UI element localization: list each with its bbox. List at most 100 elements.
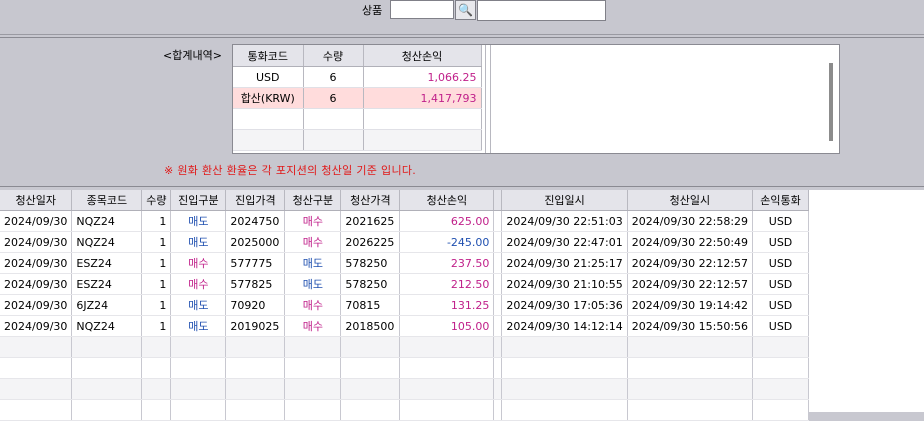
column-splitter [493, 231, 503, 253]
trade-qty: 1 [141, 252, 172, 274]
entry-price: 70920 [225, 294, 286, 316]
summary-pnl: 1,417,793 [363, 87, 482, 109]
empty-row [0, 336, 810, 358]
table-row[interactable]: 2024/09/30 NQZ24 1 매도 2019025 매수 2018500 105.00… [0, 315, 810, 337]
entry-time: 2024/09/30 21:25:17 [501, 252, 628, 274]
trade-qty: 1 [141, 315, 172, 337]
column-splitter [493, 315, 503, 337]
entry-side: 매수 [170, 273, 227, 295]
entry-time: 2024/09/30 17:05:36 [501, 294, 628, 316]
trade-date: 2024/09/30 [0, 252, 73, 274]
symbol-code: 6JZ24 [71, 294, 143, 316]
exit-time: 2024/09/30 22:50:49 [627, 231, 754, 253]
pnl-currency: USD [752, 252, 810, 274]
header-exit-price[interactable]: 청산가격 [340, 190, 401, 211]
summary-currency: 합산(KRW) [233, 87, 304, 109]
header-pnl[interactable]: 청산손익 [399, 190, 495, 211]
table-row[interactable]: 2024/09/30 NQZ24 1 매도 2025000 매수 2026225 -245.0… [0, 231, 810, 253]
header-entry-price[interactable]: 진입가격 [225, 190, 286, 211]
symbol-code: ESZ24 [71, 273, 143, 295]
summary-row-total[interactable]: 합산(KRW) 6 1,417,793 [233, 87, 482, 109]
summary-header-currency[interactable]: 통화코드 [233, 45, 304, 67]
detail-grid[interactable]: 청산일자 종목코드 수량 진입구분 진입가격 청산구분 청산가격 청산손익 진입… [0, 190, 924, 421]
realized-pnl: -245.00 [399, 231, 495, 253]
exit-time: 2024/09/30 19:14:42 [627, 294, 754, 316]
table-row[interactable]: 2024/09/30 6JZ24 1 매도 70920 매수 70815 131.25 2024… [0, 294, 810, 316]
entry-price: 577825 [225, 273, 286, 295]
realized-pnl: 212.50 [399, 273, 495, 295]
summary-header-qty[interactable]: 수량 [303, 45, 364, 67]
header-exit-time[interactable]: 청산일시 [627, 190, 754, 211]
empty-row [0, 399, 810, 421]
header-exit-side[interactable]: 청산구분 [284, 190, 342, 211]
summary-row[interactable]: USD 6 1,066.25 [233, 66, 482, 88]
header-entry-time[interactable]: 진입일시 [501, 190, 628, 211]
symbol-code: NQZ24 [71, 231, 143, 253]
summary-pnl: 1,066.25 [363, 66, 482, 88]
pnl-currency: USD [752, 210, 810, 232]
exit-side: 매수 [284, 294, 342, 316]
realized-pnl: 237.50 [399, 252, 495, 274]
product-code-input[interactable] [390, 0, 454, 19]
header-entry-side[interactable]: 진입구분 [170, 190, 227, 211]
summary-qty: 6 [303, 66, 364, 88]
column-splitter [493, 210, 503, 232]
trade-date: 2024/09/30 [0, 273, 73, 295]
entry-side: 매도 [170, 210, 227, 232]
column-splitter [493, 273, 503, 295]
empty-row [0, 357, 810, 379]
header-pnl-currency[interactable]: 손익통화 [752, 190, 810, 211]
entry-time: 2024/09/30 22:51:03 [501, 210, 628, 232]
exit-price: 2026225 [340, 231, 401, 253]
exit-side: 매도 [284, 273, 342, 295]
entry-time: 2024/09/30 21:10:55 [501, 273, 628, 295]
summary-label: <합계내역> [163, 49, 222, 62]
entry-side: 매도 [170, 231, 227, 253]
summary-currency: USD [233, 66, 304, 88]
table-row[interactable]: 2024/09/30 ESZ24 1 매수 577775 매도 578250 237.50 20… [0, 252, 810, 274]
summary-table: 통화코드 수량 청산손익 USD 6 1,066.25 합산(KRW) 6 1,… [233, 45, 482, 151]
realized-pnl: 625.00 [399, 210, 495, 232]
summary-grid[interactable]: 통화코드 수량 청산손익 USD 6 1,066.25 합산(KRW) 6 1,… [232, 44, 840, 154]
product-search-bar: 상품 🔍 [0, 0, 924, 35]
entry-time: 2024/09/30 22:47:01 [501, 231, 628, 253]
column-splitter[interactable] [485, 45, 491, 153]
trade-qty: 1 [141, 294, 172, 316]
column-splitter[interactable] [493, 190, 503, 211]
trade-qty: 1 [141, 210, 172, 232]
summary-header-pnl[interactable]: 청산손익 [363, 45, 482, 67]
trade-date: 2024/09/30 [0, 210, 73, 232]
header-exit-date[interactable]: 청산일자 [0, 190, 73, 211]
table-row[interactable]: 2024/09/30 ESZ24 1 매수 577825 매도 578250 212.50 20… [0, 273, 810, 295]
product-name-field[interactable] [477, 0, 606, 21]
entry-price: 2019025 [225, 315, 286, 337]
summary-scrollbar[interactable] [829, 63, 833, 141]
pnl-currency: USD [752, 294, 810, 316]
summary-qty: 6 [303, 87, 364, 109]
search-icon[interactable]: 🔍 [455, 0, 476, 20]
symbol-code: ESZ24 [71, 252, 143, 274]
entry-side: 매수 [170, 252, 227, 274]
column-splitter [493, 294, 503, 316]
pnl-currency: USD [752, 273, 810, 295]
pnl-currency: USD [752, 315, 810, 337]
exit-time: 2024/09/30 22:12:57 [627, 273, 754, 295]
exit-price: 2021625 [340, 210, 401, 232]
empty-row [0, 378, 810, 400]
symbol-code: NQZ24 [71, 210, 143, 232]
realized-pnl: 131.25 [399, 294, 495, 316]
entry-price: 2024750 [225, 210, 286, 232]
header-qty[interactable]: 수량 [141, 190, 172, 211]
exchange-rate-notice: ※ 원화 환산 환율은 각 포지션의 청산일 기준 입니다. [164, 164, 417, 177]
exit-side: 매수 [284, 231, 342, 253]
trade-qty: 1 [141, 273, 172, 295]
entry-price: 577775 [225, 252, 286, 274]
exit-side: 매수 [284, 315, 342, 337]
header-symbol[interactable]: 종목코드 [71, 190, 143, 211]
exit-time: 2024/09/30 15:50:56 [627, 315, 754, 337]
exit-time: 2024/09/30 22:12:57 [627, 252, 754, 274]
trade-qty: 1 [141, 231, 172, 253]
table-row[interactable]: 2024/09/30 NQZ24 1 매도 2024750 매수 2021625 625.00… [0, 210, 810, 232]
entry-side: 매도 [170, 294, 227, 316]
entry-time: 2024/09/30 14:12:14 [501, 315, 628, 337]
